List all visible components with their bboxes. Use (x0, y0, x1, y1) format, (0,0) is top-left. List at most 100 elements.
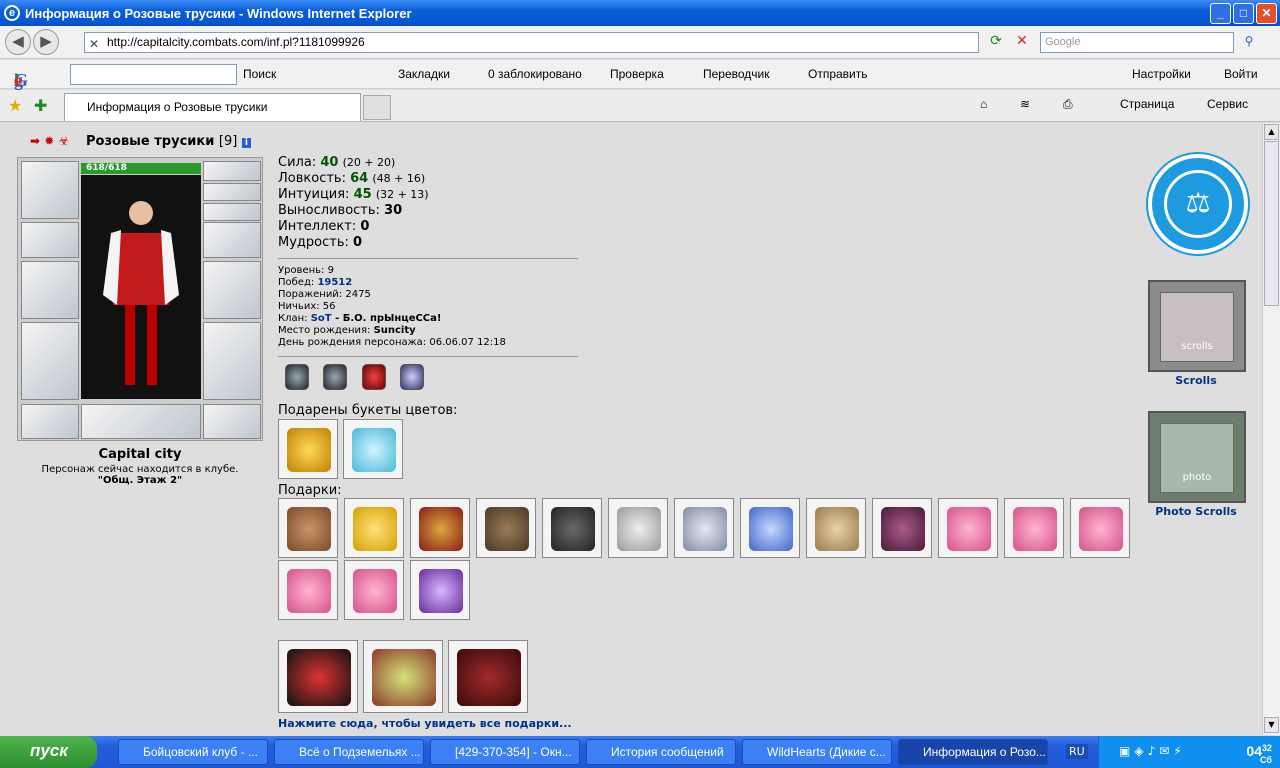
home-icon[interactable]: ⌂ (980, 97, 987, 111)
taskbar-item[interactable]: История сообщений (586, 739, 736, 765)
gift-item[interactable] (410, 560, 470, 620)
slot-weapon[interactable] (21, 261, 79, 319)
all-gifts-link[interactable]: Нажмите сюда, чтобы увидеть все подарки.… (278, 717, 572, 730)
taskbar-item[interactable]: Бойцовский клуб - ... (118, 739, 268, 765)
start-button[interactable]: пуск (0, 736, 97, 768)
forward-button[interactable]: ▶ (33, 29, 59, 55)
flowers-heading: Подарены букеты цветов: (278, 403, 458, 418)
stats-block: Сила: 40 (20 + 20) Ловкость: 64 (48 + 16… (278, 155, 429, 251)
gift-item[interactable] (344, 560, 404, 620)
rss-icon[interactable]: ≋ (1020, 97, 1030, 111)
info-icon[interactable]: i (241, 138, 251, 148)
vertical-scrollbar[interactable]: ▲ ▼ (1262, 123, 1280, 735)
badge-icon[interactable] (285, 364, 309, 390)
stop-button[interactable]: ✕ (1011, 31, 1033, 53)
login-button[interactable]: Войти (1224, 67, 1258, 81)
gift-box[interactable] (363, 640, 443, 713)
taskbar-item[interactable]: Всё о Подземельях ... (274, 739, 424, 765)
page-menu[interactable]: Страница (1120, 97, 1174, 111)
location-text: "Общ. Этаж 2" (97, 475, 183, 486)
gift-item[interactable] (1070, 498, 1130, 558)
address-bar: ◀ ▶ ✕ http://capitalcity.combats.com/inf… (0, 26, 1280, 59)
search-icon[interactable]: ⚲ (1238, 32, 1260, 53)
language-indicator[interactable]: RU (1066, 744, 1088, 759)
gift-item[interactable] (344, 498, 404, 558)
scroll-up-icon[interactable]: ▲ (1264, 124, 1279, 140)
slot-belt[interactable] (21, 404, 79, 439)
slot-shield[interactable] (203, 261, 261, 319)
slot-rings[interactable] (203, 183, 261, 201)
flower-item[interactable] (343, 419, 403, 479)
slot-gloves[interactable] (203, 222, 261, 258)
taskbar-item[interactable]: WildHearts (Дикие с... (742, 739, 892, 765)
service-menu[interactable]: Сервис (1207, 97, 1248, 111)
google-search-button[interactable]: Поиск (243, 67, 276, 81)
stat-row: Интеллект: 0 (278, 219, 370, 234)
back-button[interactable]: ◀ (5, 29, 31, 55)
add-favorite-icon[interactable]: ✚ (34, 96, 47, 115)
new-tab-button[interactable] (363, 95, 391, 120)
hp-bar: 618/618 (81, 163, 201, 174)
popup-blocker[interactable]: 0 заблокировано (488, 67, 582, 81)
slot-items[interactable] (203, 203, 261, 221)
slot-boots[interactable] (203, 404, 261, 439)
badge-icon[interactable] (400, 364, 424, 390)
tray-icons[interactable]: ▣◈♪✉⚡ (1119, 744, 1186, 758)
search-input[interactable]: Google (1040, 32, 1234, 53)
slot-necklace[interactable] (21, 222, 79, 258)
gift-item[interactable] (872, 498, 932, 558)
gift-item[interactable] (278, 560, 338, 620)
fist-icon: scrolls (1160, 292, 1234, 362)
gift-item[interactable] (740, 498, 800, 558)
stat-row: Интуиция: 45 (32 + 13) (278, 187, 429, 202)
scrolls-link[interactable]: Scrolls (1146, 374, 1246, 387)
gift-bag[interactable] (278, 640, 358, 713)
gift-item[interactable] (410, 498, 470, 558)
scroll-thumb[interactable] (1264, 141, 1279, 306)
slot-earrings[interactable] (203, 161, 261, 181)
photo-scrolls-banner[interactable]: photo (1148, 411, 1246, 503)
translator-button[interactable]: Переводчик (703, 67, 770, 81)
scroll-down-icon[interactable]: ▼ (1264, 717, 1279, 733)
taskbar-item-active[interactable]: Информация о Розо... (898, 739, 1048, 765)
wins-link[interactable]: 19512 (317, 277, 352, 288)
slot-pants[interactable] (203, 322, 261, 400)
print-icon[interactable]: ⎙ (1063, 97, 1073, 112)
gift-item[interactable] (278, 498, 338, 558)
tab-bar: ★ ✚ Информация о Розовые трусики ⌂ ≋ ⎙ С… (0, 90, 1280, 122)
spellcheck-button[interactable]: Проверка (610, 67, 664, 81)
maximize-button[interactable]: □ (1233, 3, 1254, 24)
page-content: ➡ ✹ ☣ Розовые трусики [9] i 618/618 Capi… (0, 123, 1262, 735)
badge-icon[interactable] (362, 364, 386, 390)
balance-logo[interactable]: ⚖ (1148, 154, 1248, 254)
gift-item[interactable] (806, 498, 866, 558)
send-button[interactable]: Отправить (808, 67, 868, 81)
url-input[interactable]: ✕ http://capitalcity.combats.com/inf.pl?… (84, 32, 979, 53)
settings-button[interactable]: Настройки (1132, 67, 1191, 81)
badge-icon[interactable] (323, 364, 347, 390)
window-title-bar: e Информация о Розовые трусики - Windows… (0, 0, 1280, 26)
gift-item[interactable] (938, 498, 998, 558)
gift-item[interactable] (1004, 498, 1064, 558)
gift-item[interactable] (674, 498, 734, 558)
photo-scrolls-link[interactable]: Photo Scrolls (1146, 505, 1246, 518)
slot-helmet[interactable] (21, 161, 79, 219)
gift-book[interactable] (448, 640, 528, 713)
taskbar-item[interactable]: [429-370-354] - Окн... (430, 739, 580, 765)
refresh-button[interactable]: ⟳ (985, 31, 1007, 53)
scrolls-banner[interactable]: scrolls (1148, 280, 1246, 372)
favorites-star-icon[interactable]: ★ (8, 96, 22, 115)
bookmarks-button[interactable]: Закладки (398, 67, 450, 81)
gift-item[interactable] (608, 498, 668, 558)
gift-item[interactable] (542, 498, 602, 558)
minimize-button[interactable]: _ (1210, 3, 1231, 24)
close-button[interactable]: ✕ (1256, 3, 1277, 24)
slot-armor[interactable] (21, 322, 79, 400)
clan-link[interactable]: SoT (311, 313, 332, 324)
tab-active[interactable]: Информация о Розовые трусики (64, 93, 361, 121)
character-avatar[interactable] (81, 175, 201, 399)
taskbar: пуск Бойцовский клуб - ... Всё о Подземе… (0, 736, 1280, 768)
flower-item[interactable] (278, 419, 338, 479)
gift-item[interactable] (476, 498, 536, 558)
google-search-input[interactable] (70, 64, 237, 85)
